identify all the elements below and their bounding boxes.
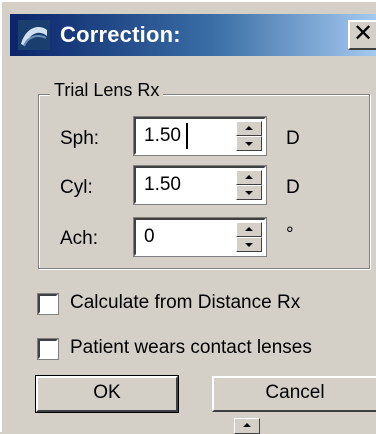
sph-field[interactable]	[133, 116, 267, 156]
close-icon: ✕	[352, 20, 374, 47]
text-caret	[186, 123, 188, 149]
calculate-from-distance-checkbox[interactable]	[37, 293, 59, 315]
ach-unit: °	[286, 224, 294, 245]
arrow-down-icon	[245, 191, 253, 195]
cyl-unit: D	[286, 177, 300, 198]
sph-increment-button[interactable]	[236, 121, 262, 136]
correction-dialog: Correction: ✕ Trial Lens Rx Sph: D Cyl: …	[0, 0, 376, 434]
cyl-decrement-button[interactable]	[236, 185, 262, 200]
arrow-down-icon	[245, 243, 253, 247]
sph-spinner[interactable]	[236, 121, 262, 151]
arrow-up-icon	[245, 227, 253, 231]
arrow-up-icon	[245, 175, 253, 179]
close-button[interactable]: ✕	[348, 20, 376, 50]
calculate-from-distance-label[interactable]: Calculate from Distance Rx	[70, 292, 300, 314]
app-icon	[18, 20, 50, 50]
trial-lens-group-label: Trial Lens Rx	[50, 80, 164, 101]
arrow-down-icon	[245, 142, 253, 146]
sph-decrement-button[interactable]	[236, 136, 262, 151]
arrow-up-icon	[245, 126, 253, 130]
ach-label: Ach:	[60, 228, 99, 249]
cyl-spinner[interactable]	[236, 170, 262, 200]
arrow-up-icon	[243, 423, 251, 427]
cyl-increment-button[interactable]	[236, 170, 262, 185]
wears-contacts-checkbox[interactable]	[37, 338, 59, 360]
sph-unit: D	[286, 128, 300, 149]
ach-spinner[interactable]	[236, 222, 262, 252]
wears-contacts-label[interactable]: Patient wears contact lenses	[70, 337, 312, 359]
ach-field[interactable]	[133, 217, 267, 257]
ach-decrement-button[interactable]	[236, 237, 262, 252]
dialog-title: Correction:	[60, 22, 181, 47]
ach-input[interactable]	[144, 224, 230, 250]
cyl-label: Cyl:	[60, 177, 93, 198]
cyl-input[interactable]	[144, 172, 230, 198]
cancel-button[interactable]: Cancel	[212, 376, 376, 412]
ok-button[interactable]: OK	[35, 375, 179, 413]
ach-increment-button[interactable]	[236, 222, 262, 237]
title-bar[interactable]: Correction: ✕	[10, 14, 376, 56]
cyl-field[interactable]	[133, 165, 267, 205]
sph-label: Sph:	[60, 128, 100, 149]
